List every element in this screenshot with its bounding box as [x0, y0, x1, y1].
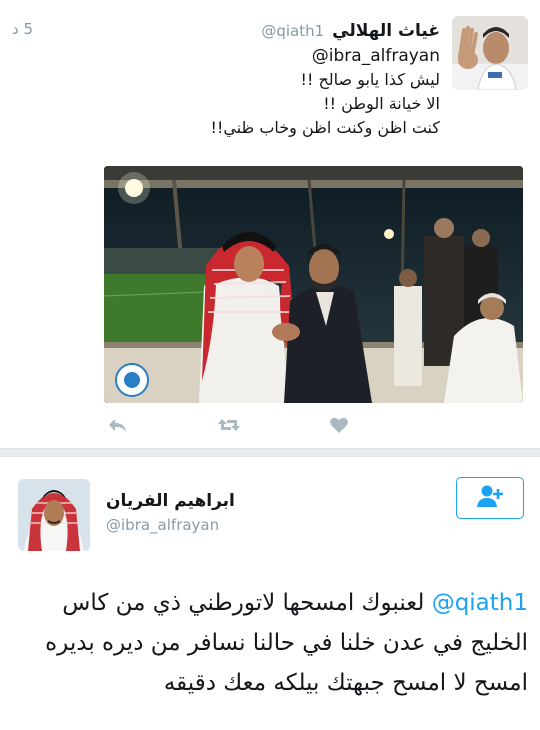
- timestamp[interactable]: 5 د: [12, 20, 33, 38]
- author-name[interactable]: غياث الهلالي: [332, 21, 440, 41]
- author-handle[interactable]: @ibra_alfrayan: [106, 516, 219, 534]
- tweet-text-first: لعنبوك امسحها لاتورطني ذي من كاس: [62, 590, 425, 616]
- like-icon[interactable]: [326, 412, 352, 438]
- retweet-icon[interactable]: [216, 412, 242, 438]
- tweet-text: @ibra_alfrayan ليش كذا يابو صالح !! الا …: [20, 44, 440, 140]
- tweet-line: ليش كذا يابو صالح !!: [300, 70, 440, 89]
- tweet-text: @qiath1 لعنبوك امسحها لاتورطني ذي من كاس…: [14, 583, 528, 703]
- mention-link[interactable]: @ibra_alfrayan: [312, 44, 440, 68]
- author-handle[interactable]: @qiath1: [261, 22, 324, 40]
- tweet-reply: ابراهيم الفريان @ibra_alfrayan @qiath1 ل…: [0, 457, 540, 730]
- tweet-text-rest: الخليج في عدن خلنا في حالنا نسافر من دير…: [45, 630, 528, 696]
- tweet-line: كنت اظن وكنت اظن وخاب ظني!!: [210, 118, 440, 137]
- author-name[interactable]: ابراهيم الفريان: [106, 491, 306, 511]
- tweet-divider: [0, 448, 540, 457]
- tweet-photo[interactable]: [104, 166, 523, 403]
- tweet-original: غياث الهلالي @qiath1 5 د @ibra_alfrayan …: [0, 0, 540, 448]
- reply-icon[interactable]: [104, 412, 130, 438]
- follow-button[interactable]: [456, 477, 524, 519]
- tweet-header: غياث الهلالي @qiath1: [10, 18, 440, 44]
- author-avatar[interactable]: [452, 16, 528, 90]
- add-user-icon: [475, 484, 505, 512]
- mention-link[interactable]: @qiath1: [432, 583, 528, 623]
- author-avatar[interactable]: [18, 479, 90, 551]
- tweet-line: الا خيانة الوطن !!: [323, 94, 440, 113]
- tweet-actions: [104, 412, 364, 438]
